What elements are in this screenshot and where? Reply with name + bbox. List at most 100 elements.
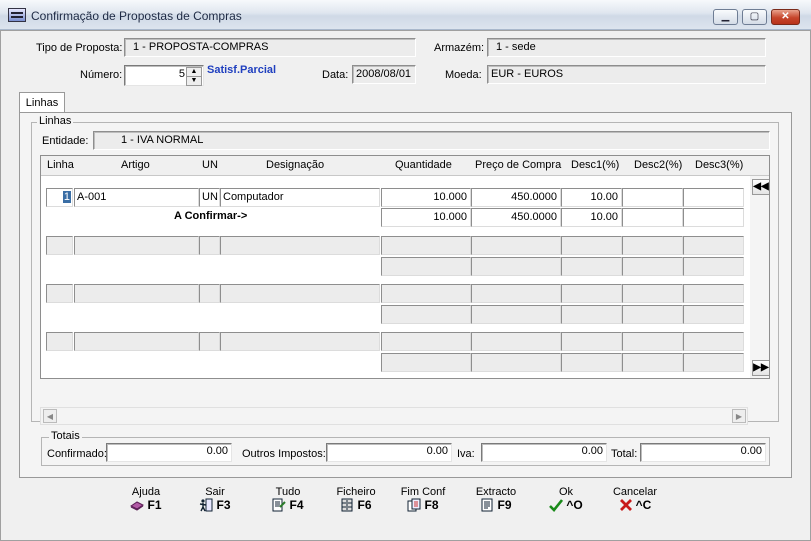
extracto-button[interactable]: Extracto F9 [466,486,526,512]
numero-value: 5 [178,68,185,80]
maximize-button[interactable]: ▢ [742,9,767,25]
exit-door-icon [200,498,213,512]
empty-cell [471,353,561,372]
empty-cell [622,305,683,324]
empty-cell [46,236,73,255]
empty-cell [683,332,744,351]
cell-un[interactable]: UN [199,188,220,207]
total-field[interactable]: 0.00 [640,443,766,462]
empty-cell [199,284,220,303]
armazem-label: Armazém: [434,42,485,54]
col-desc2[interactable]: Desc2(%) [634,159,682,171]
col-preco[interactable]: Preço de Compra [475,159,561,171]
empty-cell [74,332,199,351]
cell-linha[interactable]: 1 [46,188,73,207]
col-desc1[interactable]: Desc1(%) [571,159,619,171]
empty-cell [46,284,73,303]
fim-conf-button[interactable]: Fim Conf F8 [393,486,453,512]
close-button[interactable]: ✕ [771,9,800,25]
col-linha[interactable]: Linha [47,159,74,171]
scroll-right-icon[interactable]: ▶ [732,409,746,423]
empty-cell [561,332,622,351]
tipo-proposta-field[interactable]: 1 - PROPOSTA-COMPRAS [124,38,416,57]
empty-cell [381,353,471,372]
spin-down-icon[interactable]: ▼ [186,76,202,86]
col-designacao[interactable]: Designação [266,159,324,171]
empty-cell [471,284,561,303]
cell-desc3[interactable] [683,188,744,207]
confirm-preco[interactable]: 450.0000 [471,208,561,227]
empty-cell [622,332,683,351]
empty-cell [220,284,380,303]
numero-spinner[interactable]: 5 ▲ ▼ [124,65,204,86]
col-quantidade[interactable]: Quantidade [395,159,452,171]
empty-cell [683,257,744,276]
cell-preco[interactable]: 450.0000 [471,188,561,207]
empty-cell [561,257,622,276]
iva-field[interactable]: 0.00 [481,443,607,462]
empty-cell [683,284,744,303]
tudo-button[interactable]: Tudo F4 [258,486,318,512]
empty-cell [622,353,683,372]
cancelar-button[interactable]: Cancelar ^C [605,486,665,512]
confirm-desc3[interactable] [683,208,744,227]
outros-impostos-field[interactable]: 0.00 [326,443,452,462]
totais-group-title: Totais [49,430,82,442]
entidade-label: Entidade: [42,135,89,147]
empty-cell [471,257,561,276]
cell-designacao[interactable]: Computador [220,188,380,207]
confirmado-field[interactable]: 0.00 [106,443,232,462]
lines-grid[interactable]: Linha Artigo UN Designação Quantidade Pr… [40,155,770,379]
empty-cell [381,332,471,351]
tipo-proposta-label: Tipo de Proposta: [36,42,123,54]
minimize-button[interactable]: ▁ [713,9,738,25]
empty-cell [471,332,561,351]
cell-desc2[interactable] [622,188,683,207]
file-cabinet-icon [341,498,353,512]
empty-cell [561,305,622,324]
cancel-x-icon [619,499,632,511]
linhas-group-title: Linhas [37,115,74,127]
entidade-field[interactable]: 1 - IVA NORMAL [93,131,770,150]
empty-cell [46,332,73,351]
scroll-last-icon[interactable]: ▶▶ [752,360,769,376]
numero-label: Número: [80,69,123,81]
scroll-first-icon[interactable]: ◀◀ [752,179,769,195]
confirm-desc2[interactable] [622,208,683,227]
moeda-field[interactable]: EUR - EUROS [487,65,766,84]
cell-desc1[interactable]: 10.00 [561,188,622,207]
sair-button[interactable]: Sair F3 [185,486,245,512]
title-bar[interactable]: Confirmação de Propostas de Compras ▁ ▢ … [0,0,811,30]
cell-quantidade[interactable]: 10.000 [381,188,471,207]
horizontal-scrollbar[interactable] [40,407,748,425]
empty-cell [381,305,471,324]
confirm-desc1[interactable]: 10.00 [561,208,622,227]
total-label: Total: [611,448,638,460]
help-book-icon [130,501,145,511]
empty-cell [622,236,683,255]
grid-header: Linha Artigo UN Designação Quantidade Pr… [41,156,769,176]
cell-artigo[interactable]: A-001 [74,188,199,207]
confirm-quantidade[interactable]: 10.000 [381,208,471,227]
empty-cell [471,305,561,324]
finish-confirm-icon [407,498,421,512]
vertical-scrollbar[interactable] [750,176,769,378]
moeda-label: Moeda: [445,69,482,81]
confirmado-label: Confirmado: [47,448,107,460]
armazem-field[interactable]: 1 - sede [487,38,766,57]
data-field[interactable]: 2008/08/01 [352,65,416,84]
col-desc3[interactable]: Desc3(%) [695,159,743,171]
tab-linhas[interactable]: Linhas [19,92,65,113]
scroll-left-icon[interactable]: ◀ [43,409,57,423]
col-artigo[interactable]: Artigo [121,159,150,171]
empty-cell [381,284,471,303]
empty-cell [381,236,471,255]
iva-label: Iva: [457,448,475,460]
empty-cell [220,236,380,255]
ficheiro-button[interactable]: Ficheiro F6 [326,486,386,512]
empty-cell [199,236,220,255]
col-un[interactable]: UN [202,159,218,171]
empty-cell [74,284,199,303]
ok-button[interactable]: Ok ^O [536,486,596,512]
ajuda-button[interactable]: Ajuda F1 [116,486,176,512]
